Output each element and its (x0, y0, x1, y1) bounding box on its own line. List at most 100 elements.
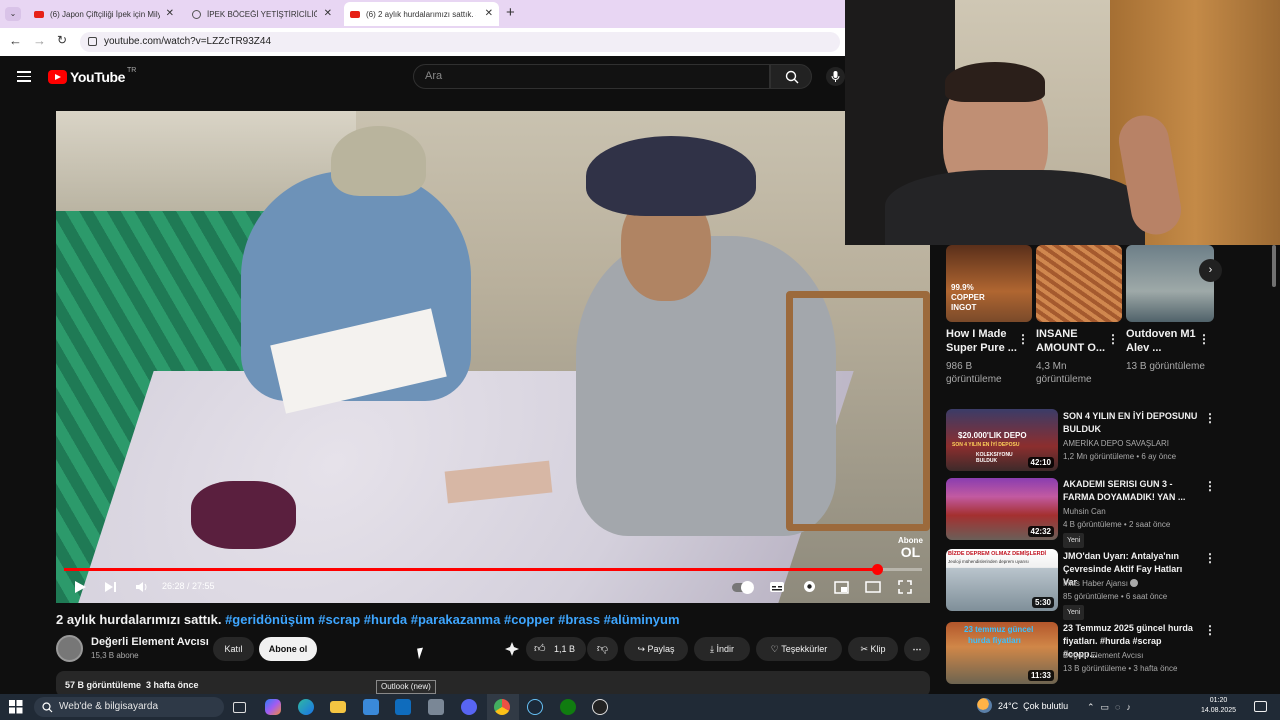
video-title-hashtags[interactable]: #geridönüşüm #scrap #hurda #parakazanma … (225, 612, 679, 627)
subtitles-icon[interactable] (769, 580, 785, 594)
menu-icon[interactable] (17, 71, 31, 82)
search-icon (785, 70, 799, 84)
short-menu-icon[interactable]: ⋮ (1198, 332, 1210, 346)
recommendation-channel-2[interactable]: Muhsin Can (1063, 505, 1203, 518)
mouse-cursor-icon (417, 647, 425, 660)
next-icon[interactable] (104, 580, 118, 594)
miniplayer-icon[interactable] (834, 581, 849, 594)
taskbar-weather[interactable]: 24°C Çok bulutlu (998, 701, 1068, 711)
channel-name[interactable]: Değerli Element Avcısı (91, 636, 209, 648)
xbox-icon[interactable] (560, 699, 576, 715)
recommendation-thumbnail-2[interactable]: 42:32 (946, 478, 1058, 540)
short-title-3[interactable]: Outdoven M1 Alev ... (1126, 327, 1198, 355)
short-thumbnail-3[interactable] (1126, 245, 1214, 322)
outlook-icon[interactable] (395, 699, 411, 715)
new-badge: Yeni (1063, 533, 1085, 548)
upload-age: 6 saat önce (1125, 592, 1168, 601)
channel-avatar[interactable] (56, 635, 83, 662)
url-bar[interactable]: youtube.com/watch?v=LZZcTR93Z44 (80, 32, 840, 52)
short-menu-icon[interactable]: ⋮ (1107, 332, 1119, 346)
download-button[interactable]: ⤓ İndir (694, 637, 750, 661)
recommendation-menu-icon[interactable]: ⋮ (1204, 411, 1216, 425)
short-thumbnail-2[interactable] (1036, 245, 1122, 322)
recommendation-menu-icon[interactable]: ⋮ (1204, 623, 1216, 637)
discord-icon[interactable] (461, 699, 477, 715)
dislike-button[interactable]: 👎︎ (587, 637, 618, 661)
scrollbar-thumb[interactable] (1272, 245, 1276, 287)
close-tab-icon[interactable]: ✕ (166, 8, 174, 19)
settings-gear-icon[interactable] (802, 579, 817, 594)
photos-icon[interactable] (428, 699, 444, 715)
forward-arrow-icon[interactable]: → (33, 33, 46, 48)
like-button[interactable]: 👍︎ 1,1 B (526, 637, 586, 661)
recommendation-title-2[interactable]: AKADEMI SERISI GUN 3 - FARMA DOYAMADIK! … (1063, 478, 1198, 504)
join-button[interactable]: Katıl (213, 637, 254, 661)
taskbar-clock[interactable]: 01:20 14.08.2025 (1201, 696, 1236, 716)
video-title-text: 2 aylık hurdalarımızı sattık. (56, 612, 226, 627)
short-thumbnail-1[interactable]: 99.9% COPPER INGOT (946, 245, 1032, 322)
autoplay-toggle[interactable] (732, 581, 754, 594)
address-toolbar: ← → ↻ youtube.com/watch?v=LZZcTR93Z44 (0, 28, 845, 56)
clip-sparkle-icon[interactable] (504, 641, 520, 657)
recommendation-channel-4[interactable]: Değerli Element Avcısı (1063, 649, 1203, 662)
theater-mode-icon[interactable] (865, 581, 881, 593)
taskbar-search-box[interactable]: Web'de & bilgisayarda (34, 697, 224, 717)
windows-start-icon[interactable] (9, 700, 23, 714)
recommendation-channel-3[interactable]: İhlas Haber Ajansı (1063, 577, 1203, 590)
fullscreen-icon[interactable] (898, 580, 912, 594)
close-tab-icon[interactable]: ✕ (324, 8, 332, 19)
weather-condition: Çok bulutlu (1023, 701, 1069, 711)
recommendation-title-1[interactable]: SON 4 YILIN EN İYİ DEPOSUNU BULDUK (1063, 410, 1198, 436)
shorts-next-button[interactable]: › (1199, 259, 1222, 282)
store-icon[interactable] (363, 699, 379, 715)
copilot-icon[interactable] (265, 699, 281, 715)
steam-icon[interactable] (527, 699, 543, 715)
subscribe-button[interactable]: Abone ol (259, 637, 317, 661)
recommendation-thumbnail-4[interactable]: 23 temmuz güncel hurda fiyatları 11:33 (946, 622, 1058, 684)
browser-tab-3-active[interactable]: (6) 2 aylık hurdalarımızı sattık. # ✕ (344, 2, 499, 26)
thumbnail-text: 23 temmuz güncel (964, 625, 1034, 634)
browser-tab-1[interactable]: (6) Japon Çiftçiliği İpek için Milyo ✕ (28, 2, 180, 26)
more-actions-button[interactable]: ⋯ (904, 637, 930, 661)
tab-list-dropdown[interactable]: ⌄ (5, 7, 21, 21)
short-title-1[interactable]: How I Made Super Pure ... (946, 327, 1018, 355)
back-arrow-icon[interactable]: ← (9, 33, 22, 48)
notification-icon[interactable] (1254, 701, 1267, 712)
new-tab-button[interactable]: + (506, 4, 515, 21)
youtube-logo[interactable]: YouTube TR (48, 67, 136, 85)
search-input[interactable]: Ara (413, 64, 770, 89)
short-views-1: 986 B görüntüleme (946, 361, 1002, 385)
upload-age: 6 ay önce (1141, 452, 1177, 461)
volume-icon[interactable] (135, 580, 149, 594)
browser-tab-2[interactable]: İPEK BÖCEĞİ YETİŞTİRİCİLİĞİ YA ✕ (186, 2, 338, 26)
reload-icon[interactable]: ↻ (57, 33, 67, 47)
download-label: İndir (716, 644, 734, 654)
thumbnail-text: hurda fiyatları (968, 636, 1021, 645)
system-tray-icons[interactable]: ⌃▭◌♪ (1087, 702, 1187, 712)
close-tab-icon[interactable]: ✕ (485, 8, 493, 19)
task-view-icon[interactable] (233, 702, 246, 713)
edge-icon[interactable] (298, 699, 314, 715)
webcam-person-body (885, 170, 1145, 245)
progress-bar[interactable] (64, 564, 922, 575)
view-count: 13 B görüntüleme (1063, 664, 1127, 673)
recommendation-menu-icon[interactable]: ⋮ (1204, 479, 1216, 493)
video-player[interactable]: Abone OL 26:28 / 27:55 (56, 111, 930, 603)
recommendation-thumbnail-3[interactable]: BİZDE DEPREM OLMAZ DEMİŞLERDİ Jeoloji mü… (946, 549, 1058, 611)
download-icon: ⤓ (709, 644, 714, 654)
search-button[interactable] (770, 64, 812, 89)
obs-icon[interactable] (592, 699, 608, 715)
recommendation-channel-1[interactable]: AMERİKA DEPO SAVAŞLARI (1063, 437, 1203, 450)
share-button[interactable]: ↪ Paylaş (624, 637, 688, 661)
recommendation-thumbnail-1[interactable]: $20.000'LIK DEPO SON 4 YILIN EN İYİ DEPO… (946, 409, 1058, 471)
file-explorer-icon[interactable] (330, 701, 346, 713)
short-title-2[interactable]: INSANE AMOUNT O... (1036, 327, 1108, 355)
clip-button[interactable]: ✂ Klip (848, 637, 898, 661)
short-menu-icon[interactable]: ⋮ (1017, 332, 1029, 346)
microphone-icon[interactable] (826, 67, 845, 86)
recommendation-menu-icon[interactable]: ⋮ (1204, 551, 1216, 565)
thumbnail-text: $20.000'LIK DEPO (958, 431, 1027, 440)
thanks-button[interactable]: ♡ Teşekkürler (756, 637, 842, 661)
play-icon[interactable] (73, 580, 87, 594)
site-info-icon[interactable] (88, 37, 97, 46)
